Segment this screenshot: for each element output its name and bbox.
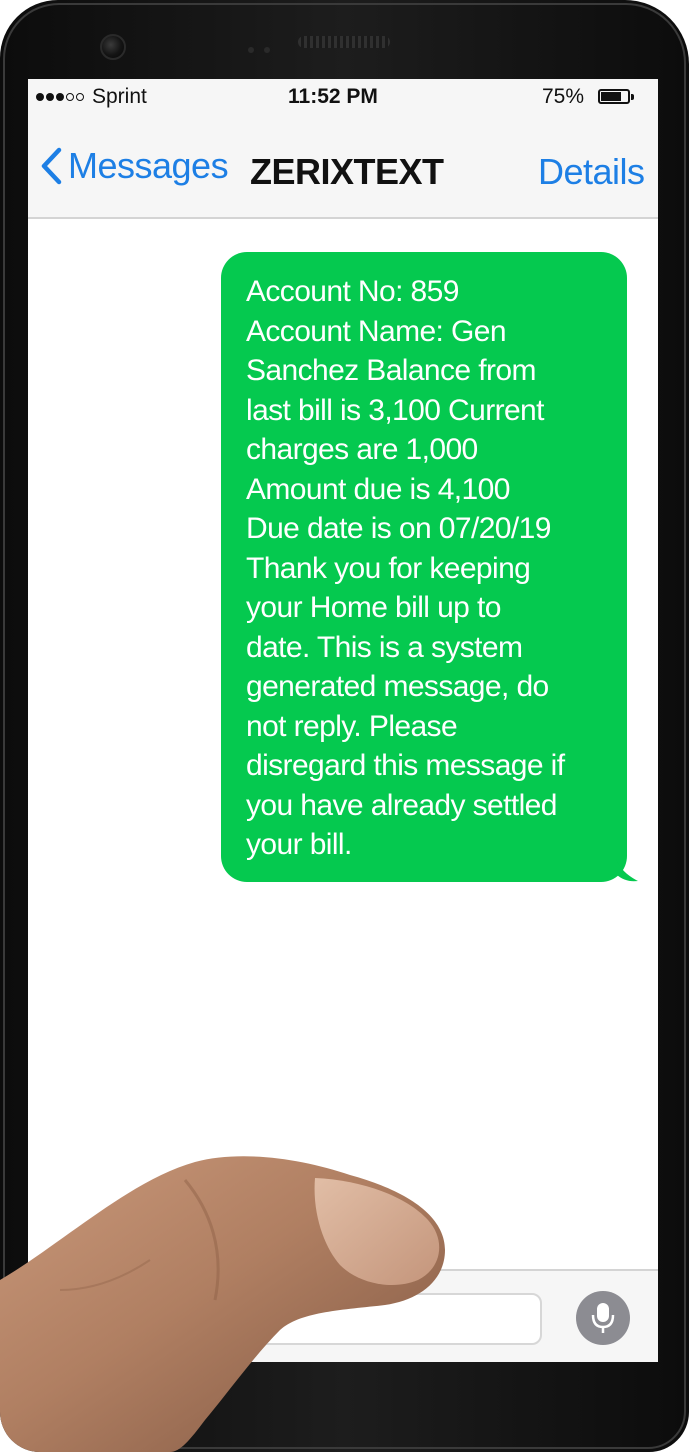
message-line: Due date is on 07/20/19: [246, 512, 551, 545]
carrier-name: Sprint: [92, 85, 147, 108]
message-line: generated message, do: [246, 670, 549, 703]
message-line: date. This is a system: [246, 630, 523, 664]
back-button-label: Messages: [68, 145, 229, 186]
status-time: 11:52 PM: [288, 85, 378, 108]
battery-level-fill: [601, 92, 621, 101]
sensor-dots: [248, 40, 280, 58]
status-bar: Sprint 11:52 PM 75%: [28, 79, 658, 115]
message-line: Thank you for keeping: [246, 551, 531, 585]
message-bubble[interactable]: Account No: 859 Account Name: Gen Sanchez …: [221, 252, 627, 882]
message-thread[interactable]: Account No: 859 Account Name: Gen Sanchez …: [28, 219, 658, 1269]
carrier-signal: Sprint: [36, 85, 147, 109]
phone-frame: Sprint 11:52 PM 75% Messages ZERIXTEXT D…: [0, 0, 689, 1452]
front-camera: [100, 34, 126, 60]
message-line: charges are 1,000: [246, 433, 478, 466]
earpiece-speaker: [298, 36, 390, 48]
microphone-icon: [591, 1303, 615, 1333]
battery-tip: [631, 94, 634, 100]
microphone-button[interactable]: [576, 1291, 630, 1345]
navigation-bar: Messages ZERIXTEXT Details: [28, 115, 658, 219]
message-line: you have already settled: [246, 788, 557, 822]
battery-icon: [598, 89, 630, 104]
message-line: your Home bill up to: [246, 591, 501, 624]
message-line: disregard this message if: [246, 749, 565, 782]
battery-percent: 75%: [542, 85, 585, 108]
chevron-left-icon: [41, 147, 62, 185]
back-button[interactable]: Messages: [40, 145, 229, 187]
message-line: Sanchez Balance from: [246, 354, 536, 387]
message-line: your bill.: [246, 828, 352, 861]
message-line: Account Name: Gen: [246, 314, 507, 348]
bubble-tail: [616, 859, 638, 882]
thumb-image: [0, 1156, 445, 1452]
details-button[interactable]: Details: [538, 151, 645, 193]
message-line: Account No: 859: [246, 275, 459, 308]
message-line: not reply. Please: [246, 709, 458, 743]
conversation-title: ZERIXTEXT: [250, 151, 444, 192]
signal-strength-icon: [36, 93, 86, 101]
message-line: Amount due is 4,100: [246, 472, 510, 506]
message-line: last bill is 3,100 Current: [246, 393, 544, 427]
